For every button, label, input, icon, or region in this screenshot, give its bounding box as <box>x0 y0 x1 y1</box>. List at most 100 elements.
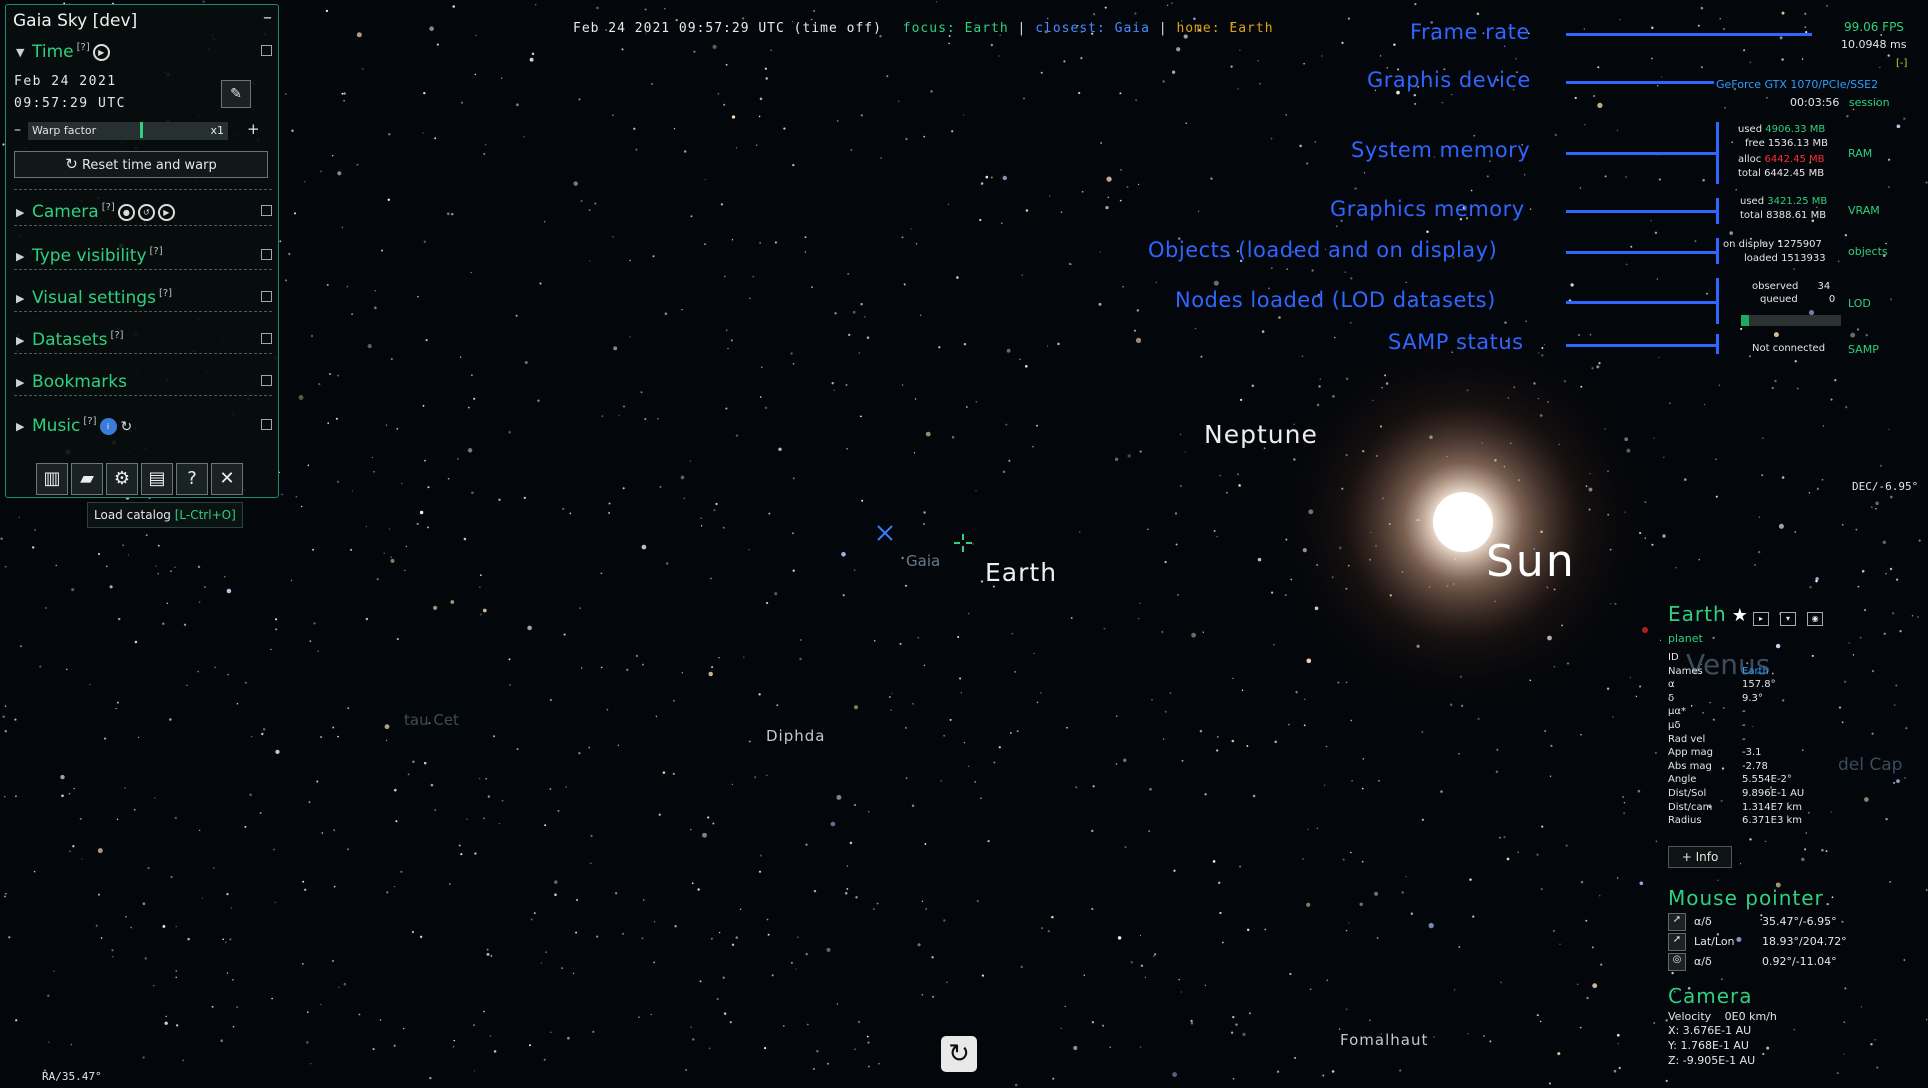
refresh-icon[interactable]: ↻ <box>121 419 133 435</box>
minimize-panel-button[interactable]: – <box>263 7 272 28</box>
expand-window-icon[interactable] <box>261 375 272 386</box>
callout-line <box>1566 251 1718 254</box>
label-earth[interactable]: Earth <box>985 558 1057 587</box>
focus-goto-icon[interactable]: ▸ <box>1752 612 1769 626</box>
label-tau-cet[interactable]: tau Cet <box>404 711 459 729</box>
star <box>853 803 857 807</box>
star <box>652 255 655 258</box>
star <box>923 135 926 138</box>
info-icon[interactable]: i <box>99 417 117 435</box>
star <box>1882 540 1887 545</box>
music-section-header[interactable]: ▶ Music [?] i ↻ <box>14 415 272 439</box>
gear-icon[interactable]: ⚙ <box>106 463 138 495</box>
collapse-stats-button[interactable]: [-] <box>1896 58 1907 69</box>
visual-settings-section-header[interactable]: ▶ Visual settings [?] <box>14 287 272 312</box>
camera-play-icon[interactable]: ▶ <box>157 203 175 221</box>
expand-window-icon[interactable] <box>261 333 272 344</box>
star <box>1273 644 1275 646</box>
expand-window-icon[interactable] <box>261 45 272 56</box>
vram-tag: VRAM <box>1848 204 1880 217</box>
star <box>60 774 65 780</box>
warp-plus-button[interactable]: + <box>247 120 260 138</box>
reset-time-button[interactable]: ↻ Reset time and warp <box>14 151 268 178</box>
folder-open-icon[interactable]: ▰ <box>71 463 103 495</box>
star <box>448 883 451 886</box>
star <box>1793 1028 1796 1031</box>
star <box>1194 327 1197 330</box>
label-fomalhaut[interactable]: Fomalhaut <box>1340 1031 1428 1049</box>
star <box>0 537 3 540</box>
star <box>1350 277 1353 280</box>
warp-slider[interactable]: Warp factor x1 <box>28 122 228 140</box>
star <box>1184 451 1186 453</box>
edit-time-button[interactable]: ✎ <box>221 80 251 108</box>
focus-attribute-row: Rad vel - <box>1668 734 1746 745</box>
bookmark-star-icon[interactable]: ★ <box>1732 605 1748 626</box>
star <box>81 858 83 860</box>
star <box>590 834 593 838</box>
star <box>1523 173 1526 176</box>
warp-minus-button[interactable]: – <box>14 122 21 138</box>
map-icon[interactable]: ▥ <box>36 463 68 495</box>
star <box>1887 54 1890 57</box>
help-icon[interactable]: ? <box>176 463 208 495</box>
star <box>1147 528 1149 531</box>
star <box>1102 1024 1105 1027</box>
warp-slider-handle[interactable] <box>140 122 143 138</box>
star <box>1155 281 1157 283</box>
label-del-cap[interactable]: del Cap <box>1838 755 1902 775</box>
label-gaia[interactable]: Gaia <box>906 552 940 570</box>
expand-window-icon[interactable] <box>261 419 272 430</box>
star <box>223 575 226 578</box>
star <box>69 850 71 853</box>
bookmarks-section-header[interactable]: ▶ Bookmarks <box>14 371 272 396</box>
star <box>722 976 725 979</box>
star <box>752 275 754 278</box>
expand-window-icon[interactable] <box>261 205 272 216</box>
star <box>1796 387 1799 390</box>
datasets-section-header[interactable]: ▶ Datasets [?] <box>14 329 272 354</box>
label-neptune[interactable]: Neptune <box>1204 420 1318 449</box>
focus-land-icon[interactable]: ▾ <box>1780 612 1797 626</box>
callout-line <box>1566 152 1718 155</box>
star <box>1473 134 1476 137</box>
focus-location-icon[interactable]: ◉ <box>1807 612 1824 626</box>
star <box>816 1049 819 1053</box>
pointer-icon[interactable]: ➚ <box>1668 913 1686 931</box>
star <box>759 396 762 398</box>
star <box>262 728 266 731</box>
stereo-toggle-button[interactable]: ↻ <box>941 1036 977 1072</box>
status-closest-value[interactable]: Gaia <box>1115 21 1150 36</box>
star <box>1629 676 1632 679</box>
target-icon[interactable]: ◎ <box>1668 953 1686 971</box>
camera-orbit-icon[interactable]: ↺ <box>137 203 155 221</box>
focus-attribute-row: δ 9.3° <box>1668 693 1763 704</box>
type-visibility-section-header[interactable]: ▶ Type visibility [?] <box>14 245 272 270</box>
pointer-icon[interactable]: ➚ <box>1668 933 1686 951</box>
log-icon[interactable]: ▤ <box>141 463 173 495</box>
star <box>1216 749 1219 752</box>
star <box>1130 961 1134 964</box>
camera-section-header[interactable]: ▶ Camera [?] ● ↺ ▶ <box>14 201 272 226</box>
status-focus-value[interactable]: Earth <box>965 21 1009 36</box>
more-info-button[interactable]: + Info <box>1668 846 1732 868</box>
star <box>1342 858 1345 861</box>
label-diphda[interactable]: Diphda <box>766 727 825 745</box>
star <box>1774 379 1777 383</box>
star <box>905 137 908 141</box>
camera-mode-icon[interactable]: ● <box>117 203 135 221</box>
close-icon[interactable]: ✕ <box>211 463 243 495</box>
label-sun[interactable]: Sun <box>1486 536 1576 587</box>
time-section-header[interactable]: ▼ Time [?] ▶ <box>14 41 272 65</box>
star <box>388 132 391 136</box>
status-home-value[interactable]: Earth <box>1229 21 1273 36</box>
play-icon[interactable]: ▶ <box>92 43 110 61</box>
star <box>1771 386 1774 390</box>
star <box>990 176 993 179</box>
expand-window-icon[interactable] <box>261 291 272 302</box>
expand-window-icon[interactable] <box>261 249 272 260</box>
star <box>1718 384 1721 386</box>
star-field[interactable] <box>0 0 1928 1088</box>
star <box>765 77 768 80</box>
star <box>1190 1019 1193 1023</box>
